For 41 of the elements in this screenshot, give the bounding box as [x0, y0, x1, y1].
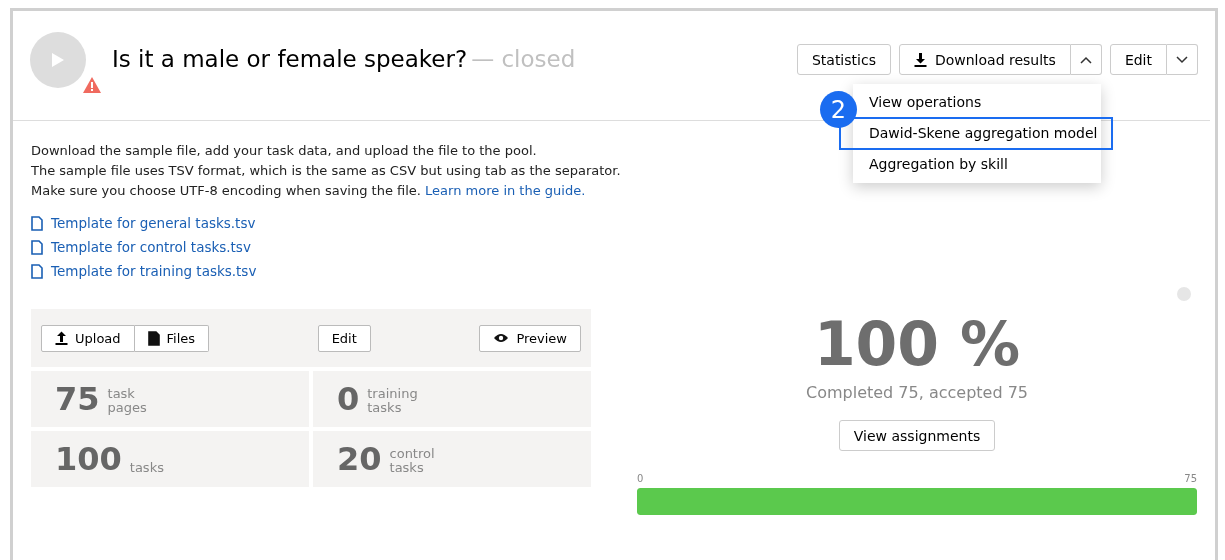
callout-number: 2 — [820, 91, 857, 128]
guide-link[interactable]: Learn more in the guide. — [425, 183, 586, 198]
upload-icon — [55, 331, 68, 345]
file-icon — [31, 239, 43, 255]
stat-label: task pages — [107, 387, 147, 415]
view-assignments-button[interactable]: View assignments — [838, 420, 996, 451]
download-button[interactable]: Download results — [898, 44, 1071, 75]
files-button[interactable]: Files — [134, 324, 210, 352]
stat-value: 0 — [337, 380, 360, 418]
axis-label: 0 — [637, 473, 644, 484]
file-icon — [31, 215, 43, 231]
stat-label: tasks — [129, 461, 164, 475]
download-icon — [913, 52, 927, 67]
instructions-text: Download the sample file, add your task data, and upload the file to the pool. The sample file uses TSV format, which is the same as CSV but using tab as the separator. Make sure you choose UTF-8 encoding when saving the file. Learn more in the guide. — [31, 142, 621, 200]
dropdown-toggle[interactable] — [1167, 44, 1198, 75]
template-link[interactable]: Template for control tasks.tsv — [51, 239, 251, 255]
status-text: — closed — [471, 46, 576, 72]
edit-button[interactable]: Edit — [1109, 44, 1167, 75]
eye-icon — [493, 333, 510, 343]
chevron-icon — [1176, 55, 1188, 64]
statistics-button[interactable]: Statistics — [796, 44, 891, 75]
stat-value: 75 — [55, 380, 100, 418]
stat-value: 100 — [55, 440, 122, 478]
dropdown-toggle[interactable] — [1070, 44, 1102, 75]
axis-label: 75 — [1184, 473, 1197, 484]
stat-label: training tasks — [367, 387, 418, 415]
chevron-icon — [1079, 55, 1092, 64]
completion-percent: 100 % — [813, 309, 1021, 379]
stat-label: control tasks — [389, 447, 435, 475]
template-link[interactable]: Template for general tasks.tsv — [51, 215, 256, 231]
completion-summary: Completed 75, accepted 75 — [806, 383, 1028, 402]
play-icon — [51, 52, 65, 68]
document-icon — [147, 330, 160, 346]
template-link[interactable]: Template for training tasks.tsv — [51, 263, 257, 279]
page-title: Is it a male or female speaker? — [112, 46, 468, 72]
file-icon — [31, 263, 43, 279]
edit-button[interactable]: Edit — [317, 324, 371, 352]
preview-button[interactable]: Preview — [479, 324, 581, 352]
menu-item[interactable]: Aggregation by skill — [853, 152, 1101, 177]
stat-value: 20 — [337, 440, 382, 478]
upload-button[interactable]: Upload — [41, 324, 135, 352]
